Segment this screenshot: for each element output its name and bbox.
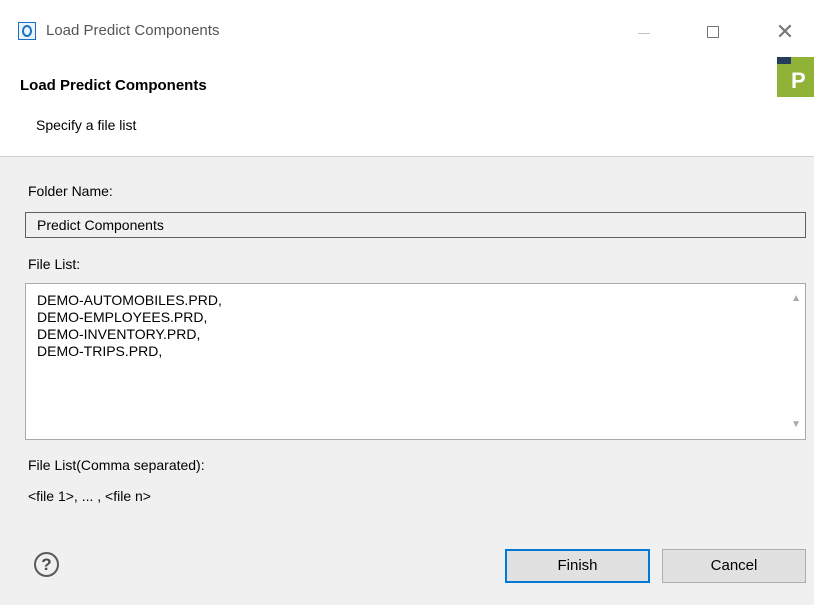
app-icon	[18, 22, 36, 40]
file-list-hint-value: <file 1>, ... , <file n>	[28, 488, 151, 504]
file-list-content: DEMO-AUTOMOBILES.PRD, DEMO-EMPLOYEES.PRD…	[37, 292, 222, 360]
folder-name-label: Folder Name:	[28, 183, 113, 199]
scroll-up-icon[interactable]: ▲	[791, 293, 801, 304]
logo-bar	[777, 57, 791, 64]
finish-button[interactable]: Finish	[505, 549, 650, 583]
minimize-button[interactable]	[622, 14, 668, 50]
file-list-line: DEMO-AUTOMOBILES.PRD,	[37, 292, 222, 308]
help-icon[interactable]: ?	[34, 552, 59, 577]
predict-logo-icon: P	[777, 57, 814, 97]
file-list-line: DEMO-INVENTORY.PRD,	[37, 326, 201, 342]
logo-letter: P	[791, 68, 806, 93]
close-button[interactable]: ✕	[762, 14, 808, 50]
file-list-hint-label: File List(Comma separated):	[28, 457, 205, 473]
scroll-down-icon[interactable]: ▼	[791, 419, 801, 430]
wizard-header: Load Predict Components Specify a file l…	[0, 50, 814, 157]
title-bar[interactable]: Load Predict Components ✕	[0, 0, 814, 50]
file-list-label: File List:	[28, 256, 81, 272]
page-description: Specify a file list	[36, 117, 137, 133]
page-title: Load Predict Components	[20, 77, 207, 94]
folder-name-field[interactable]: Predict Components	[25, 212, 806, 238]
window-title: Load Predict Components	[46, 22, 220, 39]
cancel-button[interactable]: Cancel	[662, 549, 806, 583]
file-list-textarea[interactable]: DEMO-AUTOMOBILES.PRD, DEMO-EMPLOYEES.PRD…	[25, 283, 806, 440]
file-list-line: DEMO-EMPLOYEES.PRD,	[37, 309, 208, 325]
dialog-window: Load Predict Components ✕ Load Predict C…	[0, 0, 814, 605]
file-list-line: DEMO-TRIPS.PRD,	[37, 343, 163, 359]
maximize-button[interactable]	[690, 14, 736, 50]
vertical-scrollbar[interactable]: ▲ ▼	[788, 284, 805, 439]
